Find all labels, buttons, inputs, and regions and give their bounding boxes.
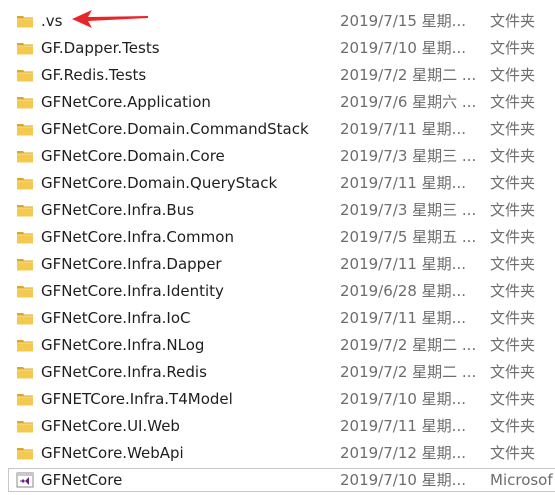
file-row-6[interactable]: GFNetCore.Domain.QueryStack 2019/7/11 星期… — [0, 170, 555, 197]
file-row-5[interactable]: GFNetCore.Domain.Core 2019/7/3 星期三 ... 文… — [0, 143, 555, 170]
folder-icon — [16, 229, 34, 245]
file-date-modified: 2019/7/5 星期五 ... — [340, 228, 477, 246]
file-row-9[interactable]: GFNetCore.Infra.Dapper 2019/7/11 星期... 文… — [0, 251, 555, 278]
file-date-modified: 2019/7/10 星期... — [340, 471, 466, 489]
file-type: 文件夹 — [490, 201, 536, 219]
file-row-11[interactable]: GFNetCore.Infra.IoC 2019/7/11 星期... 文件夹 — [0, 305, 555, 332]
file-date-modified: 2019/7/11 星期... — [340, 174, 466, 192]
file-row-10[interactable]: GFNetCore.Infra.Identity 2019/6/28 星期...… — [0, 278, 555, 305]
file-name: GFNetCore.WebApi — [41, 444, 184, 462]
file-row-3[interactable]: GFNetCore.Application 2019/7/6 星期六 ... 文… — [0, 89, 555, 116]
file-name: GFNetCore.Application — [41, 93, 211, 111]
folder-icon — [16, 418, 34, 434]
folder-icon — [16, 337, 34, 353]
file-type: 文件夹 — [490, 363, 536, 381]
file-row-15[interactable]: GFNetCore.UI.Web 2019/7/11 星期... 文件夹 — [0, 413, 555, 440]
folder-icon — [16, 148, 34, 164]
file-date-modified: 2019/7/10 星期... — [340, 39, 466, 57]
file-date-modified: 2019/7/12 星期... — [340, 444, 466, 462]
file-name: GFNetCore.Infra.Common — [41, 228, 234, 246]
file-row-12[interactable]: GFNetCore.Infra.NLog 2019/7/2 星期二 ... 文件… — [0, 332, 555, 359]
file-row-7[interactable]: GFNetCore.Infra.Bus 2019/7/3 星期三 ... 文件夹 — [0, 197, 555, 224]
file-date-modified: 2019/7/6 星期六 ... — [340, 93, 477, 111]
file-name: GFNetCore.Domain.QueryStack — [41, 174, 278, 192]
file-name: GFNetCore.Infra.Redis — [41, 363, 207, 381]
file-name: GFNetCore.Domain.Core — [41, 147, 225, 165]
file-type: 文件夹 — [490, 444, 536, 462]
file-date-modified: 2019/7/11 星期... — [340, 255, 466, 273]
file-row-2[interactable]: GF.Redis.Tests 2019/7/2 星期二 ... 文件夹 — [0, 62, 555, 89]
file-type: 文件夹 — [490, 174, 536, 192]
visual-studio-solution-icon — [16, 472, 34, 488]
folder-icon — [16, 256, 34, 272]
file-date-modified: 2019/7/11 星期... — [340, 120, 466, 138]
folder-icon — [16, 445, 34, 461]
file-type: 文件夹 — [490, 309, 536, 327]
file-date-modified: 2019/7/2 星期二 ... — [340, 66, 477, 84]
folder-icon — [16, 310, 34, 326]
file-row-17[interactable]: GFNetCore 2019/7/10 星期... Microsof — [0, 467, 555, 494]
file-type: 文件夹 — [490, 147, 536, 165]
file-row-14[interactable]: GFNETCore.Infra.T4Model 2019/7/10 星期... … — [0, 386, 555, 413]
folder-icon — [16, 175, 34, 191]
file-type: 文件夹 — [490, 39, 536, 57]
folder-icon — [16, 94, 34, 110]
file-type: 文件夹 — [490, 120, 536, 138]
file-date-modified: 2019/7/11 星期... — [340, 417, 466, 435]
file-name: GF.Dapper.Tests — [41, 39, 160, 57]
file-type: 文件夹 — [490, 255, 536, 273]
file-date-modified: 2019/7/15 星期... — [340, 12, 466, 30]
file-name: .vs — [41, 12, 63, 30]
file-type: 文件夹 — [490, 336, 536, 354]
file-type: 文件夹 — [490, 417, 536, 435]
folder-icon — [16, 202, 34, 218]
file-date-modified: 2019/7/3 星期三 ... — [340, 201, 477, 219]
folder-icon — [16, 121, 34, 137]
file-type: 文件夹 — [490, 93, 536, 111]
file-type: 文件夹 — [490, 282, 536, 300]
file-date-modified: 2019/7/11 星期... — [340, 309, 466, 327]
file-date-modified: 2019/7/3 星期三 ... — [340, 147, 477, 165]
red-arrow-annotation — [72, 10, 148, 28]
folder-icon — [16, 364, 34, 380]
file-type: 文件夹 — [490, 228, 536, 246]
file-name: GFNETCore.Infra.T4Model — [41, 390, 233, 408]
file-name: GF.Redis.Tests — [41, 66, 147, 84]
file-row-16[interactable]: GFNetCore.WebApi 2019/7/12 星期... 文件夹 — [0, 440, 555, 467]
file-row-13[interactable]: GFNetCore.Infra.Redis 2019/7/2 星期二 ... 文… — [0, 359, 555, 386]
file-name: GFNetCore — [41, 471, 123, 489]
file-type: 文件夹 — [490, 12, 536, 30]
file-type: 文件夹 — [490, 66, 536, 84]
file-name: GFNetCore.Infra.Dapper — [41, 255, 222, 273]
file-name: GFNetCore.Infra.IoC — [41, 309, 191, 327]
file-name: GFNetCore.Infra.NLog — [41, 336, 205, 354]
file-name: GFNetCore.Domain.CommandStack — [41, 120, 309, 138]
file-name: GFNetCore.Infra.Bus — [41, 201, 195, 219]
folder-icon — [16, 13, 34, 29]
folder-icon — [16, 67, 34, 83]
folder-icon — [16, 391, 34, 407]
file-date-modified: 2019/7/10 星期... — [340, 390, 466, 408]
file-date-modified: 2019/7/2 星期二 ... — [340, 363, 477, 381]
file-row-8[interactable]: GFNetCore.Infra.Common 2019/7/5 星期五 ... … — [0, 224, 555, 251]
file-row-1[interactable]: GF.Dapper.Tests 2019/7/10 星期... 文件夹 — [0, 35, 555, 62]
file-name: GFNetCore.Infra.Identity — [41, 282, 224, 300]
folder-icon — [16, 40, 34, 56]
file-date-modified: 2019/6/28 星期... — [340, 282, 466, 300]
file-row-4[interactable]: GFNetCore.Domain.CommandStack 2019/7/11 … — [0, 116, 555, 143]
file-list: .vs 2019/7/15 星期... 文件夹 GF.Dapper.Tests … — [0, 8, 555, 494]
file-type: 文件夹 — [490, 390, 536, 408]
file-date-modified: 2019/7/2 星期二 ... — [340, 336, 477, 354]
file-type: Microsof — [490, 471, 553, 489]
folder-icon — [16, 283, 34, 299]
file-name: GFNetCore.UI.Web — [41, 417, 180, 435]
